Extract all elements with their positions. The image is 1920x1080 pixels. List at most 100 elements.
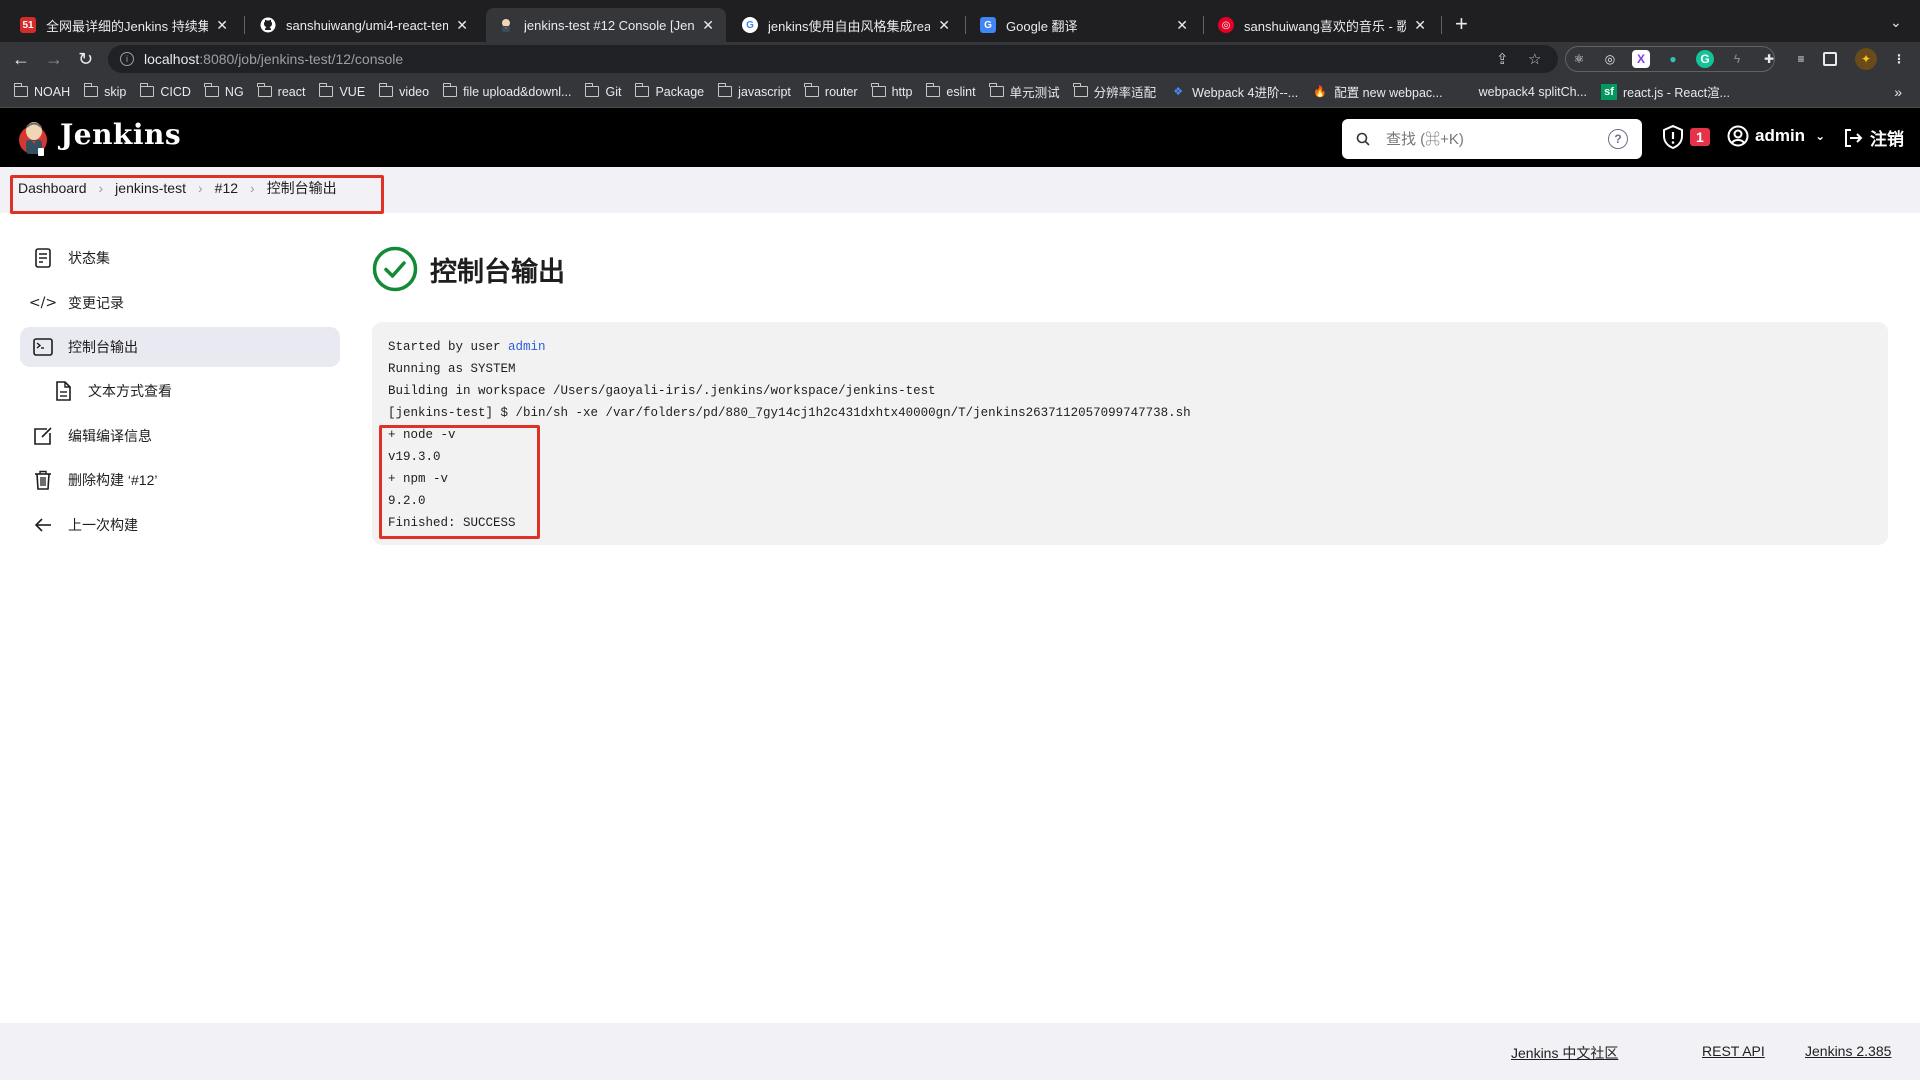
console-line: v19.3.0 xyxy=(388,450,441,464)
extensions-puzzle-icon[interactable]: ✚ xyxy=(1760,50,1778,68)
browser-tab[interactable]: 51 全网最详细的Jenkins 持续集成& ✕ xyxy=(8,8,240,42)
search-box[interactable]: ? xyxy=(1342,119,1642,159)
bookmark-item[interactable]: file upload&downl... xyxy=(442,83,572,99)
sidebar-item-previous-build[interactable]: 上一次构建 xyxy=(20,505,340,545)
bookmark-item[interactable]: ❖ Webpack 4进阶--... xyxy=(1170,82,1298,101)
bookmark-item[interactable]: eslint xyxy=(925,83,976,99)
bookmark-item[interactable]: video xyxy=(378,83,429,99)
bookmark-item[interactable]: 分辨率适配 xyxy=(1073,82,1156,101)
bookmark-item[interactable]: http xyxy=(871,83,912,99)
address-bar[interactable]: i localhost:8080/job/jenkins-test/12/con… xyxy=(108,45,1558,73)
search-help-icon[interactable]: ? xyxy=(1608,129,1628,149)
close-tab-icon[interactable]: ✕ xyxy=(456,17,468,34)
success-check-icon xyxy=(372,246,418,292)
bookmark-item[interactable]: skip xyxy=(83,83,127,99)
profile-avatar[interactable]: ✦ xyxy=(1855,48,1877,70)
bookmark-label: Webpack 4进阶--... xyxy=(1192,86,1299,100)
bookmark-item[interactable]: javascript xyxy=(717,83,791,99)
page-title-text: 控制台输出 xyxy=(430,256,565,287)
browser-tab-bar: 51 全网最详细的Jenkins 持续集成& ✕ sanshuiwang/umi… xyxy=(0,0,1920,42)
bookmark-star-icon[interactable]: ☆ xyxy=(1528,50,1541,68)
footer-version-link[interactable]: Jenkins 2.385 xyxy=(1805,1043,1891,1059)
browser-tab[interactable]: G jenkins使用自由风格集成react项 ✕ xyxy=(730,8,962,42)
sidebar-item-console-output[interactable]: 控制台输出 xyxy=(20,327,340,367)
bookmark-item[interactable]: NOAH xyxy=(13,83,70,99)
bookmark-item[interactable]: react xyxy=(257,83,305,99)
share-icon[interactable]: ⇪ xyxy=(1496,50,1509,68)
lightning-extension-icon[interactable]: ϟ xyxy=(1728,50,1746,68)
footer-rest-api-link[interactable]: REST API xyxy=(1702,1043,1765,1059)
react-devtools-icon[interactable]: ⚛ xyxy=(1570,50,1588,68)
folder-icon xyxy=(584,83,600,97)
folder-icon xyxy=(83,83,99,97)
media-control-icon[interactable]: ≡ xyxy=(1792,50,1810,68)
bookmark-item[interactable]: webpack4 splitCh... xyxy=(1457,84,1587,100)
bookmark-item[interactable]: VUE xyxy=(318,83,365,99)
document-icon xyxy=(32,247,54,269)
console-line: + node -v xyxy=(388,428,456,442)
folder-icon xyxy=(139,83,155,97)
head-extension-icon[interactable]: ● xyxy=(1664,50,1682,68)
user-menu[interactable]: admin ⌄ xyxy=(1727,125,1825,147)
breadcrumb-build[interactable]: #12 xyxy=(215,180,238,196)
jenkins-logo-icon[interactable] xyxy=(18,118,50,158)
reload-icon[interactable]: ↻ xyxy=(78,48,93,70)
sidebar-item-label: 控制台输出 xyxy=(68,339,138,355)
logout-button[interactable]: 注销 xyxy=(1842,125,1904,150)
tab-title: sanshuiwang喜欢的音乐 - 歌单 xyxy=(1244,18,1407,34)
bookmark-item[interactable]: Git xyxy=(584,83,621,99)
close-tab-icon[interactable]: ✕ xyxy=(1176,17,1188,34)
side-panel-icon[interactable] xyxy=(1823,52,1837,66)
bookmarks-overflow-button[interactable]: » xyxy=(1894,84,1902,100)
tab-search-chevron-icon[interactable]: ⌄ xyxy=(1890,14,1902,31)
console-user-link[interactable]: admin xyxy=(508,340,546,354)
close-tab-icon[interactable]: ✕ xyxy=(702,17,714,34)
browser-tab[interactable]: ◎ sanshuiwang喜欢的音乐 - 歌单 ✕ xyxy=(1206,8,1438,42)
bookmark-item[interactable]: router xyxy=(804,83,858,99)
bookmark-label: skip xyxy=(104,84,127,99)
sidebar-item-plain-text[interactable]: 文本方式查看 xyxy=(20,371,340,411)
target-extension-icon[interactable]: ◎ xyxy=(1601,50,1619,68)
back-arrow-icon[interactable]: ← xyxy=(12,48,30,70)
close-tab-icon[interactable]: ✕ xyxy=(1414,17,1426,34)
tab-separator xyxy=(1203,16,1204,34)
bookmark-item[interactable]: NG xyxy=(204,83,244,99)
new-tab-button[interactable]: + xyxy=(1455,12,1468,36)
bookmark-item[interactable]: CICD xyxy=(139,83,191,99)
grammarly-icon[interactable]: G xyxy=(1696,50,1714,68)
bookmark-item[interactable]: 单元测试 xyxy=(989,82,1060,101)
breadcrumb-dashboard[interactable]: Dashboard xyxy=(18,180,87,196)
sidebar-item-changes[interactable]: </> 变更记录 xyxy=(20,283,340,323)
bookmark-label: CICD xyxy=(160,84,191,99)
security-alerts-button[interactable]: 1 xyxy=(1662,125,1710,149)
close-tab-icon[interactable]: ✕ xyxy=(216,17,228,34)
bookmark-label: 配置 new webpac... xyxy=(1334,86,1443,100)
site-info-icon[interactable]: i xyxy=(120,52,134,66)
terminal-icon xyxy=(32,336,54,358)
search-input[interactable] xyxy=(1386,130,1608,148)
footer-community-link[interactable]: Jenkins 中文社区 xyxy=(1511,1043,1618,1063)
bookmark-item[interactable]: 🔥 配置 new webpac... xyxy=(1312,82,1442,101)
sidebar-item-status[interactable]: 状态集 xyxy=(20,238,340,278)
forward-arrow-icon[interactable]: → xyxy=(45,48,63,70)
x-extension-icon[interactable]: X xyxy=(1632,50,1650,68)
bookmark-label: file upload&downl... xyxy=(463,84,572,99)
sidebar-item-delete-build[interactable]: 删除构建 ‘#12’ xyxy=(20,460,340,500)
folder-icon xyxy=(871,83,886,97)
jenkins-brand[interactable]: Jenkins xyxy=(60,118,181,151)
console-line: + npm -v xyxy=(388,472,449,486)
browser-tab[interactable]: sanshuiwang/umi4-react-temp ✕ xyxy=(248,8,480,42)
browser-tab-active[interactable]: jenkins-test #12 Console [Jenk ✕ xyxy=(486,8,726,42)
chevron-down-icon[interactable]: ⌄ xyxy=(1815,129,1825,143)
logout-label: 注销 xyxy=(1870,130,1904,149)
close-tab-icon[interactable]: ✕ xyxy=(938,17,950,34)
bookmark-item[interactable]: Package xyxy=(634,83,704,99)
bookmark-item[interactable]: sf react.js - React渲... xyxy=(1600,82,1730,101)
browser-tab[interactable]: G Google 翻译 ✕ xyxy=(968,8,1200,42)
sidebar-item-edit-build-info[interactable]: 编辑编译信息 xyxy=(20,416,340,456)
folder-icon xyxy=(442,83,458,97)
browser-menu-icon[interactable]: ⋮ xyxy=(1890,50,1908,68)
breadcrumb: Dashboard › jenkins-test › #12 › 控制台输出 xyxy=(18,178,337,198)
breadcrumb-job[interactable]: jenkins-test xyxy=(115,180,186,196)
breadcrumb-current[interactable]: 控制台输出 xyxy=(267,178,337,198)
